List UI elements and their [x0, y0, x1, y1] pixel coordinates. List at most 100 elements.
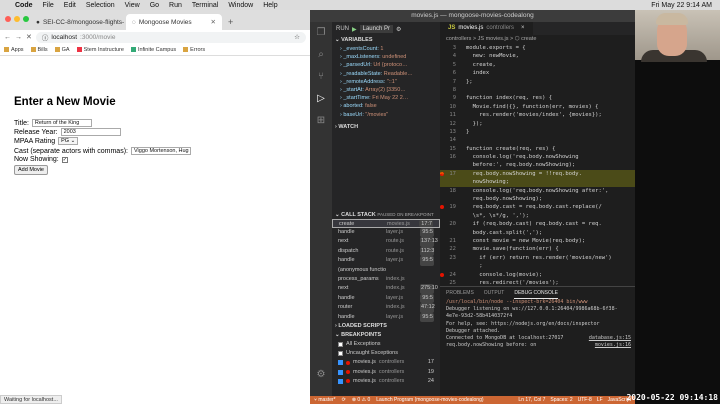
code-line[interactable]: 12 }); [440, 120, 635, 128]
browser-tab-flights[interactable]: ● SEI-CC-8/mongoose-flights- ✕ [30, 14, 126, 30]
menu-run[interactable]: Run [164, 2, 187, 9]
info-icon[interactable]: ⓘ [42, 32, 49, 42]
variable-row[interactable]: › _eventsCount: 1 [332, 45, 440, 53]
breakpoint-dot-icon[interactable] [440, 272, 444, 277]
variable-row[interactable]: › _startAt: Array(2) [3350… [332, 86, 440, 94]
start-debugging-icon[interactable]: ▶ [352, 26, 357, 33]
variable-row[interactable]: › baseUrl: "/movies" [332, 111, 440, 119]
call-stack-header[interactable]: ⌄ CALL STACK PAUSED ON BREAKPOINT [332, 210, 440, 219]
mpaa-rating-select[interactable]: PG ⌄ [58, 137, 79, 145]
call-stack-frame[interactable]: next index.js 275:10 [332, 284, 440, 294]
settings-gear-icon[interactable]: ⚙ [310, 364, 332, 386]
end-of-line[interactable]: LF [597, 397, 603, 403]
call-stack-frame[interactable]: handle layer.js 95:5 [332, 228, 440, 238]
breakpoint-item[interactable]: All Exceptions [332, 340, 440, 349]
call-stack-frame[interactable]: handle layer.js 95:5 [332, 293, 440, 304]
code-line[interactable]: 5 create, [440, 61, 635, 69]
watch-header[interactable]: › WATCH [332, 123, 440, 132]
code-line[interactable]: 21 const movie = new Movie(req.body); [440, 237, 635, 245]
stop-loading-button[interactable]: ✕ [26, 33, 32, 41]
source-control-icon[interactable]: ⑂ [310, 66, 332, 88]
breakpoint-item[interactable]: movies.js controllers 17 [332, 358, 440, 367]
code-line[interactable]: nowShowing; [440, 178, 635, 187]
tab-problems[interactable]: PROBLEMS [446, 287, 474, 299]
code-line[interactable]: before:', req.body.nowShowing); [440, 161, 635, 169]
sync-icon[interactable]: ⟳ [342, 397, 346, 403]
star-icon[interactable]: ☆ [294, 33, 300, 41]
breakpoint-checkbox[interactable] [338, 369, 343, 375]
title-input[interactable]: Return of the King [31, 119, 92, 127]
variable-row[interactable]: › _maxListeners: undefined [332, 53, 440, 61]
code-line[interactable]: \s*, \s*/g, ','); [440, 212, 635, 220]
code-line[interactable]: 3 module.exports = { [440, 44, 635, 52]
menubar-clock[interactable]: Fri May 22 9:14 AM [646, 2, 720, 9]
problems-count[interactable]: ⊗ 0 ⚠ 0 [352, 397, 370, 403]
back-button[interactable]: ← [4, 34, 11, 41]
loaded-scripts-header[interactable]: › LOADED SCRIPTS [332, 322, 440, 331]
code-line[interactable]: 13} [440, 128, 635, 136]
encoding[interactable]: UTF-8 [578, 397, 592, 403]
code-line[interactable]: 15 function create(req, res) { [440, 145, 635, 153]
new-tab-button[interactable]: + [222, 14, 239, 30]
add-movie-button[interactable]: Add Movie [14, 165, 48, 175]
breakpoint-checkbox[interactable] [338, 378, 343, 384]
code-line[interactable]: 8 [440, 86, 635, 94]
breadcrumb[interactable]: controllers > JS movies.js > ⬡ create [440, 35, 635, 44]
cast-input[interactable]: Viggo Mortenson, Hug [130, 147, 191, 155]
code-line[interactable]: req.body.nowShowing); [440, 195, 635, 203]
tab-output[interactable]: OUTPUT [484, 287, 505, 299]
call-stack-frame[interactable]: handle layer.js 95:5 [332, 312, 440, 322]
code-editor[interactable]: 3 module.exports = {4 new: newMovie, 5 cre… [440, 44, 635, 286]
indentation[interactable]: Spaces: 2 [550, 397, 572, 403]
variable-row[interactable]: › _startTime: Fri May 22 2… [332, 94, 440, 102]
launch-status[interactable]: Launch Program (mongoose-movies-codealon… [376, 397, 483, 403]
variable-row[interactable]: › _readableState: Readable… [332, 70, 440, 78]
breakpoint-item[interactable]: Uncaught Exceptions [332, 349, 440, 358]
variable-row[interactable]: › _parsedUrl: Url {protoco… [332, 61, 440, 69]
call-stack-frame[interactable]: (anonymous function) [332, 266, 440, 275]
variables-header[interactable]: ⌄ VARIABLES [332, 36, 440, 45]
menu-help[interactable]: Help [258, 2, 282, 9]
variable-row[interactable]: › _remoteAddress: "::1" [332, 78, 440, 86]
menu-app-name[interactable]: Code [10, 2, 38, 9]
menu-file[interactable]: File [38, 2, 59, 9]
close-window-button[interactable] [5, 16, 11, 22]
code-line[interactable]: 11 res.render('movies/index', {movies}); [440, 111, 635, 119]
zoom-window-button[interactable] [23, 16, 29, 22]
close-tab-icon[interactable]: × [521, 22, 525, 35]
breakpoint-checkbox[interactable] [338, 342, 343, 348]
code-line[interactable]: 14 [440, 136, 635, 144]
menu-terminal[interactable]: Terminal [187, 2, 223, 9]
code-line[interactable]: 22 movie.save(function(err) { [440, 245, 635, 253]
bookmark-apps[interactable]: Apps [4, 47, 24, 53]
code-line[interactable]: 23 if (err) return res.render('movies/ne… [440, 254, 635, 262]
call-stack-frame[interactable]: next route.js 137:13 [332, 237, 440, 247]
menu-window[interactable]: Window [223, 2, 258, 9]
code-line[interactable]: 16 console.log('req.body.nowShowing [440, 153, 635, 161]
tab-debug-console[interactable]: DEBUG CONSOLE [514, 287, 558, 299]
code-line[interactable]: 24 console.log(movie); [440, 271, 635, 279]
code-line[interactable]: 7}; [440, 78, 635, 86]
call-stack-frame[interactable]: dispatch route.js 112:3 [332, 246, 440, 257]
console-source-link[interactable]: movies.js:16 [595, 342, 631, 349]
browser-tab-movies[interactable]: ◌ Mongoose Movies ✕ [126, 14, 222, 30]
breakpoint-checkbox[interactable] [338, 351, 343, 357]
bookmark-errors[interactable]: Errors [183, 47, 205, 53]
bookmark-stem[interactable]: Stem Instructure [76, 47, 124, 53]
call-stack-frame[interactable]: router index.js 47:12 [332, 303, 440, 313]
minimize-window-button[interactable] [14, 16, 20, 22]
code-line[interactable]: 20 if (req.body.cast) req.body.cast = re… [440, 220, 635, 228]
editor-tab-movies-js[interactable]: JS movies.js controllers × [440, 22, 533, 35]
code-line[interactable]: 6 index [440, 69, 635, 77]
bookmark-ga[interactable]: GA [54, 47, 70, 53]
explorer-icon[interactable]: ❐ [310, 22, 332, 44]
now-showing-checkbox[interactable]: ✓ [61, 156, 68, 163]
menu-go[interactable]: Go [145, 2, 164, 9]
code-line[interactable]: 10 Movie.find({}, function(err, movies) … [440, 103, 635, 111]
breakpoint-item[interactable]: movies.js controllers 19 [332, 368, 440, 377]
address-bar[interactable]: ⓘ localhost:3000/movie ☆ [35, 31, 306, 43]
bookmark-bills[interactable]: Bills [30, 47, 48, 53]
forward-button[interactable]: → [15, 34, 22, 41]
run-debug-icon[interactable]: ▷ [310, 88, 332, 110]
code-line[interactable]: 4 new: newMovie, [440, 52, 635, 60]
